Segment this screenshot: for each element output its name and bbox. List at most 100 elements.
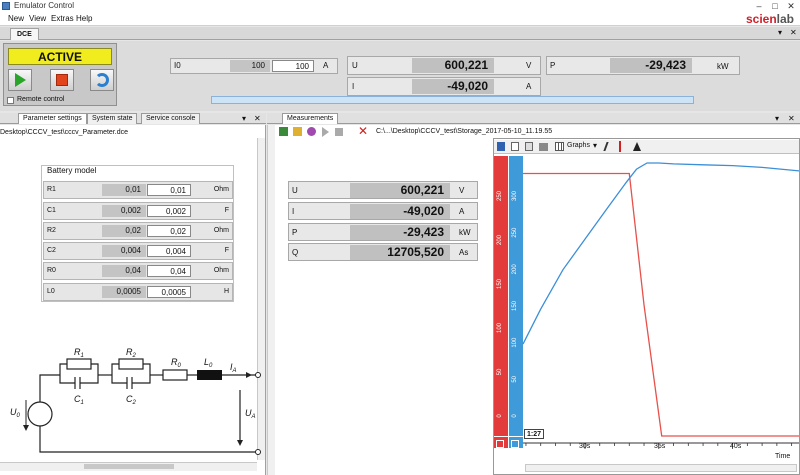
y-tick-label: 100: [497, 322, 503, 333]
remote-control-label: Remote control: [17, 96, 65, 103]
chevron-down-icon[interactable]: ▾: [242, 114, 246, 123]
tab-measurements[interactable]: Measurements: [282, 113, 339, 124]
setpoint-input[interactable]: 100: [272, 60, 314, 72]
x-tick-label: 30s: [579, 443, 591, 450]
document-tabstrip: DCE ▾ ✕: [0, 27, 800, 40]
y-tick-label: 200: [512, 264, 518, 275]
svg-text:R1: R1: [74, 347, 84, 359]
svg-text:UA: UA: [245, 408, 256, 420]
param-row-r1: R1 0,01 0,01 Ohm: [43, 181, 233, 199]
copy-icon[interactable]: [511, 142, 519, 151]
app-icon: [2, 2, 10, 10]
resistor-r0: [162, 369, 188, 381]
top-i-value: -49,020: [412, 79, 494, 94]
pen-icon[interactable]: [603, 142, 615, 151]
meas-row-u: U 600,221 V: [288, 181, 478, 199]
x-axis-label: Time: [775, 453, 791, 460]
menu-new[interactable]: New: [8, 14, 24, 23]
chart-toolbar: Graphs ▾: [494, 140, 799, 154]
y-tick-label: 150: [497, 278, 503, 289]
close-button[interactable]: ✕: [784, 1, 798, 11]
cursor-time-label: 1:27: [524, 429, 544, 439]
print-icon[interactable]: [539, 143, 548, 151]
top-p-unit: kW: [717, 62, 729, 71]
y-tick-label: 100: [512, 337, 518, 348]
chart-svg: 250 200 150 100 50 0 300 250 200 150 100 50 0: [497, 162, 799, 449]
progress-bar: [211, 96, 694, 104]
chevron-down-icon[interactable]: ▾: [775, 114, 779, 123]
delete-icon[interactable]: ✕: [358, 124, 368, 138]
setpoint-actual: 100: [230, 60, 270, 72]
y-tick-label: 0: [497, 414, 503, 418]
voltage-source: [27, 401, 53, 427]
cursor-icon[interactable]: [619, 141, 621, 152]
x-tick-label: 35s: [654, 443, 666, 450]
y-tick-label: 0: [512, 414, 518, 418]
inductor-l0: [197, 370, 222, 380]
graphs-dropdown[interactable]: Graphs: [567, 142, 590, 149]
resistor-r1: [66, 358, 92, 370]
grid-icon[interactable]: [555, 142, 564, 151]
y-tick-label: 200: [497, 234, 503, 245]
storage-path: C:\...\Desktop\CCCV_test\Storage_2017-05…: [376, 128, 553, 135]
new-storage-icon[interactable]: [279, 127, 288, 136]
window-title: Emulator Control: [14, 1, 75, 10]
chevron-down-icon[interactable]: ▾: [593, 141, 597, 150]
y-tick-label: 50: [497, 368, 503, 375]
close-icon[interactable]: ✕: [790, 28, 797, 37]
reset-button[interactable]: [90, 69, 114, 91]
play-icon: [14, 73, 26, 87]
y-tick-label: 300: [512, 190, 518, 201]
close-icon[interactable]: ✕: [788, 114, 795, 123]
stop-button[interactable]: [50, 69, 74, 91]
param-row-c2: C2 0,004 0,004 F: [43, 242, 233, 260]
resistor-r2: [118, 358, 144, 370]
title-bar: Emulator Control – □ ✕: [0, 0, 800, 12]
svg-text:R2: R2: [126, 347, 137, 359]
scienlab-logo: scienlab: [745, 12, 794, 26]
open-folder-icon[interactable]: [293, 127, 302, 136]
meas-row-q: Q 12705,520 As: [288, 243, 478, 261]
tab-dce[interactable]: DCE: [10, 28, 39, 40]
svg-text:IA: IA: [230, 362, 237, 374]
export-icon[interactable]: [525, 142, 533, 151]
tab-parameter-settings[interactable]: Parameter settings: [18, 113, 87, 124]
meas-row-p: P -29,423 kW: [288, 223, 478, 241]
start-button[interactable]: [8, 69, 32, 91]
scrollbar-thumb[interactable]: [84, 464, 174, 469]
svg-text:U0: U0: [10, 407, 21, 419]
top-u-unit: V: [526, 61, 532, 70]
menu-help[interactable]: Help: [76, 14, 92, 23]
settings-icon[interactable]: [307, 127, 316, 136]
scrollbar-vertical[interactable]: [267, 125, 275, 475]
battery-circuit-diagram: R1 R2 R0 L0 C1 C2 IA U0 UA: [10, 347, 261, 455]
record-stop-icon[interactable]: [335, 128, 343, 136]
top-p-label: P: [550, 61, 556, 70]
marker-icon[interactable]: [633, 142, 641, 151]
top-i-label: I: [352, 82, 355, 91]
chevron-down-icon[interactable]: ▾: [778, 28, 782, 37]
minimize-button[interactable]: –: [752, 1, 766, 11]
param-row-l0: L0 0,0005 0,0005 H: [43, 283, 233, 301]
y-tick-label: 250: [512, 227, 518, 238]
series-line-blue: [522, 162, 799, 345]
record-play-icon[interactable]: [322, 127, 329, 137]
tab-system-state[interactable]: System state: [87, 113, 138, 124]
svg-text:L0: L0: [204, 357, 213, 369]
remote-control-checkbox[interactable]: [7, 97, 14, 104]
top-i-unit: A: [526, 82, 532, 91]
svg-text:R0: R0: [171, 357, 182, 369]
menu-view[interactable]: View: [29, 14, 46, 23]
tab-service-console[interactable]: Service console: [141, 113, 201, 124]
menu-extras[interactable]: Extras: [51, 14, 74, 23]
reset-icon: [95, 73, 109, 87]
close-icon[interactable]: ✕: [254, 114, 261, 123]
maximize-button[interactable]: □: [768, 1, 782, 11]
y-tick-label: 250: [497, 190, 503, 201]
x-tick-label: 40s: [730, 443, 742, 450]
series-line-red: [523, 172, 799, 437]
parameter-file-path: Desktop\CCCV_test\cccv_Parameter.dce: [0, 129, 128, 136]
save-icon[interactable]: [497, 142, 505, 151]
chart-scrollbar[interactable]: [525, 464, 797, 472]
status-badge: ACTIVE: [8, 48, 112, 65]
